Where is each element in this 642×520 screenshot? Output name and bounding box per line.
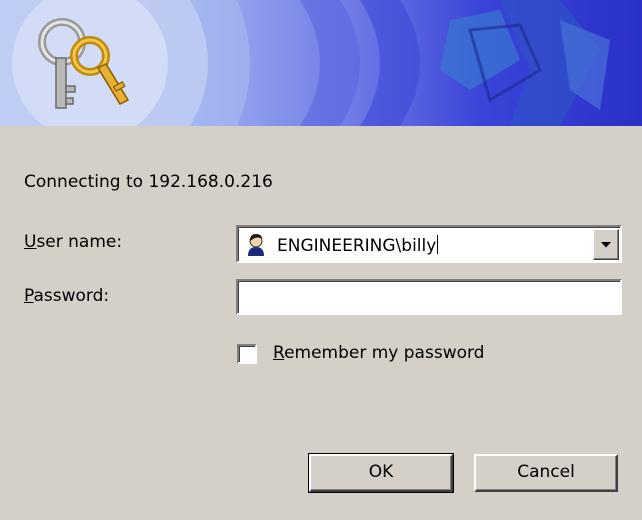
remember-label-rest: emember my password	[284, 343, 485, 363]
username-dropdown-button[interactable]	[593, 229, 619, 260]
text-caret	[437, 235, 439, 254]
ok-button[interactable]: OK	[308, 453, 454, 493]
username-value: ENGINEERING\billy	[277, 236, 437, 256]
remember-password-label[interactable]: Remember my password	[273, 343, 484, 363]
password-label-rest: assword:	[33, 286, 110, 306]
user-icon	[248, 234, 264, 256]
username-label: User name:	[24, 232, 122, 252]
username-combobox[interactable]: ENGINEERING\billy	[236, 225, 622, 263]
keys-icon	[38, 18, 130, 109]
password-label: Password:	[24, 286, 109, 306]
username-input[interactable]: ENGINEERING\billy	[277, 235, 439, 256]
remember-label-accesskey: R	[273, 343, 285, 363]
password-label-accesskey: P	[24, 286, 34, 306]
cancel-button[interactable]: Cancel	[474, 454, 618, 492]
password-input[interactable]	[236, 279, 622, 315]
connecting-text: Connecting to 192.168.0.216	[24, 172, 273, 192]
username-label-accesskey: U	[24, 232, 37, 252]
remember-password-checkbox[interactable]	[237, 344, 257, 364]
header-banner	[0, 0, 642, 126]
username-label-rest: ser name:	[36, 232, 123, 252]
chevron-down-icon	[601, 242, 611, 248]
